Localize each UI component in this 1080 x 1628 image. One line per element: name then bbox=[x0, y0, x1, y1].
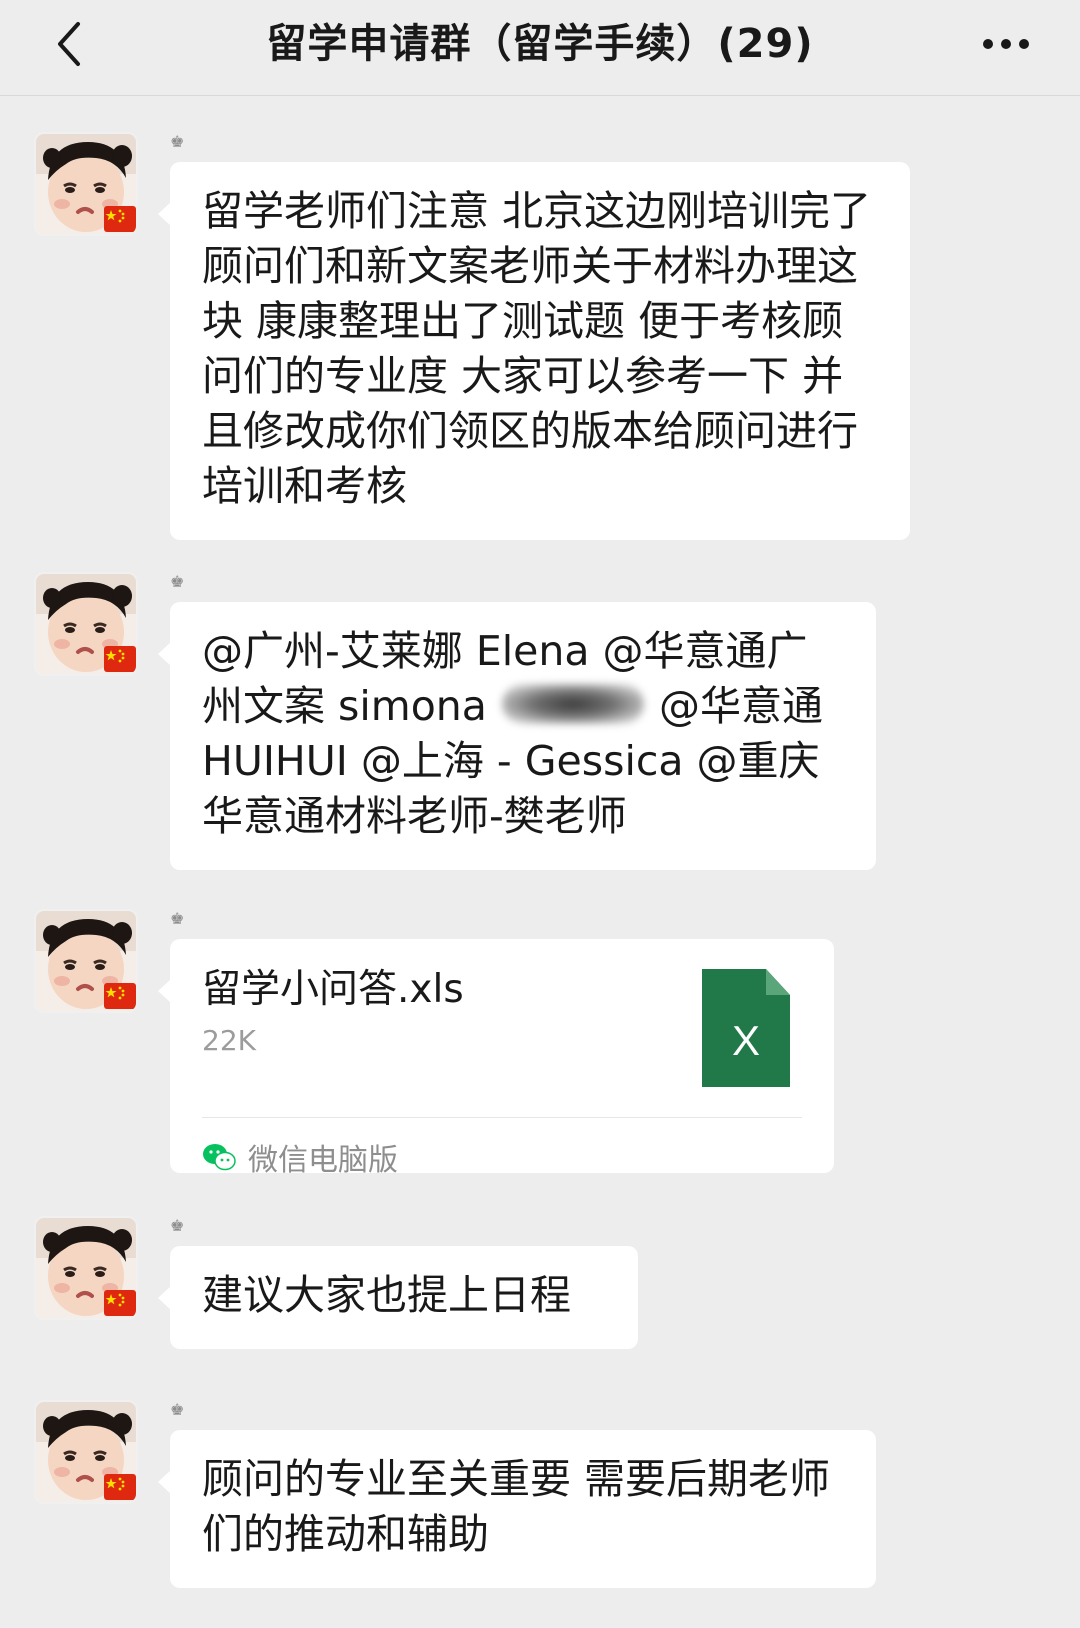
avatar[interactable] bbox=[34, 1216, 138, 1320]
more-button[interactable] bbox=[976, 14, 1036, 74]
message-item: ♚ 建议大家也提上日程 bbox=[0, 1198, 1080, 1358]
file-size: 22K bbox=[202, 1024, 256, 1057]
chat-header: 留学申请群（留学手续）(29) bbox=[0, 0, 1080, 96]
file-divider bbox=[202, 1117, 802, 1118]
file-bubble[interactable]: 留学小问答.xls 22K X 微信电脑版 bbox=[158, 939, 834, 1178]
text-bubble[interactable]: 顾问的专业至关重要 需要后期老师们的推动和辅助 bbox=[158, 1430, 876, 1588]
avatar[interactable] bbox=[34, 1400, 138, 1504]
redacted-mention bbox=[501, 684, 644, 724]
text-bubble[interactable]: 留学老师们注意 北京这边刚培训完了顾问们和新文案老师关于材料办理这块 康康整理出… bbox=[158, 162, 910, 540]
message-item: ♚ @广州-艾莱娜 Elena @华意通广州文案 simona @华意通 HUI… bbox=[0, 554, 1080, 870]
sender-name: ♚ bbox=[170, 909, 185, 928]
avatar[interactable] bbox=[34, 132, 138, 236]
text-bubble[interactable]: 建议大家也提上日程 bbox=[158, 1246, 638, 1349]
excel-letter: X bbox=[732, 1017, 760, 1064]
file-name: 留学小问答.xls bbox=[202, 967, 464, 1012]
back-button[interactable] bbox=[44, 14, 94, 74]
sender-name: ♚ bbox=[170, 1400, 185, 1419]
message-item: ♚ 留学小问答.xls 22K X 微信电脑版 bbox=[0, 891, 1080, 1181]
chevron-left-icon bbox=[58, 22, 80, 66]
excel-file-icon: X bbox=[702, 969, 790, 1087]
message-text: 留学老师们注意 北京这边刚培训完了顾问们和新文案老师关于材料办理这块 康康整理出… bbox=[202, 187, 872, 510]
message-text: @广州-艾莱娜 Elena @华意通广州文案 simona @华意通 HUIHU… bbox=[170, 602, 876, 870]
sender-name: ♚ bbox=[170, 572, 185, 591]
avatar[interactable] bbox=[34, 572, 138, 676]
ellipsis-icon bbox=[983, 39, 1029, 49]
sender-name: ♚ bbox=[170, 1216, 185, 1235]
message-list[interactable]: ♚ 留学老师们注意 北京这边刚培训完了顾问们和新文案老师关于材料办理这块 康康整… bbox=[0, 96, 1080, 1628]
wechat-icon bbox=[203, 1144, 236, 1171]
message-item: ♚ 顾问的专业至关重要 需要后期老师们的推动和辅助 bbox=[0, 1382, 1080, 1602]
file-source-label: 微信电脑版 bbox=[248, 1143, 398, 1178]
message-item: ♚ 留学老师们注意 北京这边刚培训完了顾问们和新文案老师关于材料办理这块 康康整… bbox=[0, 114, 1080, 540]
chat-title: 留学申请群（留学手续）(29) bbox=[266, 21, 814, 67]
message-text: 顾问的专业至关重要 需要后期老师们的推动和辅助 bbox=[202, 1455, 831, 1558]
sender-name: ♚ bbox=[170, 132, 185, 151]
text-bubble[interactable]: @广州-艾莱娜 Elena @华意通广州文案 simona @华意通 HUIHU… bbox=[158, 602, 876, 870]
message-text: 建议大家也提上日程 bbox=[202, 1271, 571, 1319]
file-source: 微信电脑版 bbox=[202, 1135, 398, 1179]
avatar[interactable] bbox=[34, 909, 138, 1013]
